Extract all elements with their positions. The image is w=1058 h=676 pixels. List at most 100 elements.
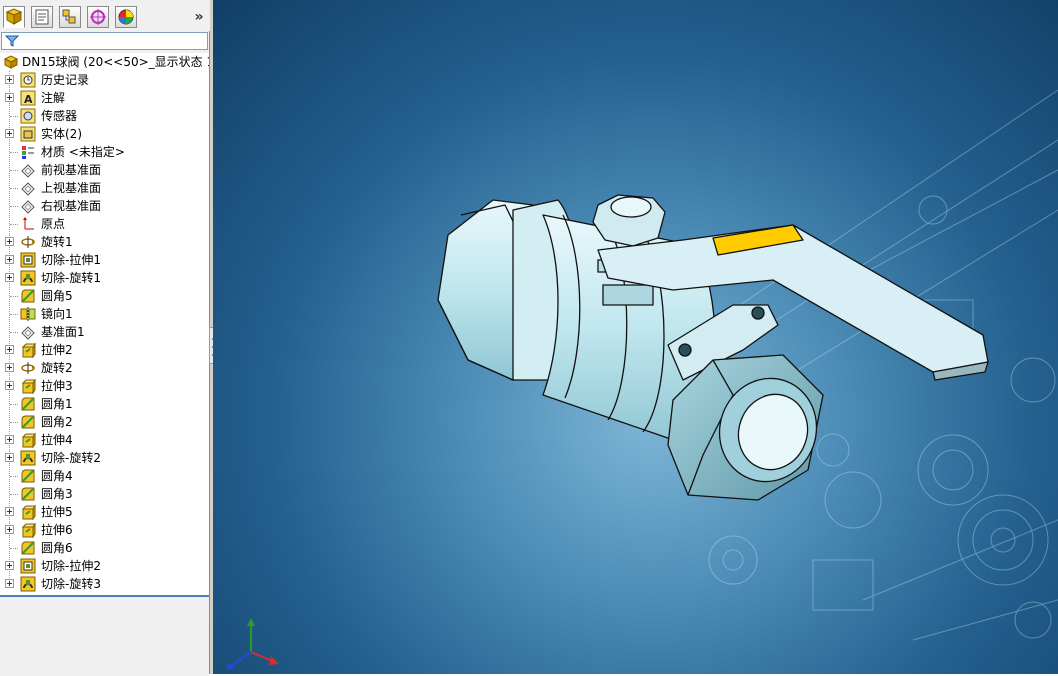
tree-item-label: 原点	[41, 217, 66, 231]
tree-item[interactable]: 圆角5	[0, 287, 209, 305]
expand-plus-icon[interactable]	[5, 237, 14, 246]
tree-item-label: 历史记录	[41, 73, 90, 87]
fillet-icon	[21, 469, 35, 483]
tree-item[interactable]: 拉伸6	[0, 521, 209, 539]
tree-root-part[interactable]: DN15球阀 (20<<50>_显示状态 1	[0, 53, 209, 71]
fillet-icon	[21, 541, 35, 555]
plane-icon	[21, 326, 35, 340]
tree-item-label: 切除-旋转3	[41, 577, 101, 591]
expand-plus-icon[interactable]	[5, 363, 14, 372]
tree-filter-input[interactable]	[1, 32, 208, 50]
tree-item-label: 切除-拉伸1	[41, 253, 101, 267]
tree-item[interactable]: 上视基准面	[0, 179, 209, 197]
tree-item[interactable]: 切除-旋转2	[0, 449, 209, 467]
expand-plus-icon[interactable]	[5, 525, 14, 534]
expand-plus-icon[interactable]	[5, 381, 14, 390]
tree-item-label: 拉伸2	[41, 343, 73, 357]
tree-root-label: DN15球阀 (20<<50>_显示状态 1	[22, 55, 209, 69]
tree-item-label: 圆角5	[41, 289, 73, 303]
tree-item[interactable]: 切除-拉伸1	[0, 251, 209, 269]
revolve-icon	[21, 362, 35, 374]
expand-plus-icon[interactable]	[5, 255, 14, 264]
tree-branch-line	[10, 494, 18, 495]
tree-branch-line	[10, 152, 18, 153]
expand-plus-icon[interactable]	[5, 345, 14, 354]
tree-item[interactable]: 圆角6	[0, 539, 209, 557]
more-tabs-button[interactable]: »	[190, 8, 208, 26]
plane-icon	[21, 182, 35, 196]
solid-bodies-icon	[20, 126, 36, 142]
tree-item-label: 拉伸3	[41, 379, 73, 393]
tree-item[interactable]: 圆角4	[0, 467, 209, 485]
history-icon	[20, 72, 36, 88]
svg-text:A: A	[24, 93, 33, 106]
tree-item[interactable]: 传感器	[0, 107, 209, 125]
sensor-icon	[20, 108, 36, 124]
plane-icon	[21, 200, 35, 214]
cut-extrude-icon	[20, 252, 36, 268]
tree-branch-line	[10, 170, 18, 171]
tree-item[interactable]: 切除-拉伸2	[0, 557, 209, 575]
tree-item-label: 拉伸6	[41, 523, 73, 537]
tree-item[interactable]: 切除-旋转1	[0, 269, 209, 287]
cut-revolve-icon	[20, 576, 36, 592]
expand-plus-icon[interactable]	[5, 93, 14, 102]
tree-item[interactable]: 旋转1	[0, 233, 209, 251]
tree-item[interactable]: 切除-旋转3	[0, 575, 209, 593]
tree-item[interactable]: 镜向1	[0, 305, 209, 323]
tree-item[interactable]: 原点	[0, 215, 209, 233]
expand-plus-icon[interactable]	[5, 273, 14, 282]
tree-item[interactable]: 拉伸4	[0, 431, 209, 449]
tree-item-label: 切除-旋转2	[41, 451, 101, 465]
expand-plus-icon[interactable]	[5, 75, 14, 84]
fillet-icon	[21, 487, 35, 501]
expand-plus-icon[interactable]	[5, 453, 14, 462]
revolve-icon	[21, 236, 35, 248]
expand-plus-icon[interactable]	[5, 579, 14, 588]
tree-item[interactable]: A 注解	[0, 89, 209, 107]
cut-extrude-icon	[20, 558, 36, 574]
tree-item-label: 圆角2	[41, 415, 73, 429]
tree-item[interactable]: 圆角2	[0, 413, 209, 431]
extrude-icon	[21, 522, 36, 538]
tree-item-label: 圆角6	[41, 541, 73, 555]
tree-item-label: 右视基准面	[41, 199, 102, 213]
tab-dimxpert-manager[interactable]	[87, 6, 109, 28]
tab-property-manager[interactable]	[31, 6, 53, 28]
expand-plus-icon[interactable]	[5, 561, 14, 570]
tree-branch-line	[10, 314, 18, 315]
fillet-icon	[21, 415, 35, 429]
tree-item[interactable]: 拉伸5	[0, 503, 209, 521]
tree-item-label: 旋转2	[41, 361, 73, 375]
tree-item-label: 切除-拉伸2	[41, 559, 101, 573]
tree-item[interactable]: 历史记录	[0, 71, 209, 89]
tree-item[interactable]: 拉伸3	[0, 377, 209, 395]
fillet-icon	[21, 289, 35, 303]
tree-item[interactable]: 材质 <未指定>	[0, 143, 209, 161]
panel-tab-bar: »	[0, 0, 210, 31]
expand-plus-icon[interactable]	[5, 129, 14, 138]
tree-branch-line	[10, 296, 18, 297]
tree-branch-line	[10, 116, 18, 117]
extrude-icon	[21, 342, 36, 358]
origin-icon	[23, 217, 34, 230]
tree-item[interactable]: 前视基准面	[0, 161, 209, 179]
expand-plus-icon[interactable]	[5, 435, 14, 444]
tree-item[interactable]: 拉伸2	[0, 341, 209, 359]
tree-item[interactable]: 基准面1	[0, 323, 209, 341]
tree-item-label: 前视基准面	[41, 163, 102, 177]
tree-branch-line	[10, 224, 18, 225]
tree-item[interactable]: 圆角1	[0, 395, 209, 413]
tree-item-label: 上视基准面	[41, 181, 102, 195]
tree-item[interactable]: 旋转2	[0, 359, 209, 377]
tab-configuration-manager[interactable]	[59, 6, 81, 28]
tree-item[interactable]: 实体(2)	[0, 125, 209, 143]
tree-item[interactable]: 圆角3	[0, 485, 209, 503]
dimxpert-manager-icon	[90, 9, 106, 25]
cut-revolve-icon	[20, 270, 36, 286]
tab-display-manager[interactable]	[115, 6, 137, 28]
expand-plus-icon[interactable]	[5, 507, 14, 516]
tab-feature-manager[interactable]	[3, 6, 25, 28]
tree-item[interactable]: 右视基准面	[0, 197, 209, 215]
graphics-viewport[interactable]	[213, 0, 1058, 674]
